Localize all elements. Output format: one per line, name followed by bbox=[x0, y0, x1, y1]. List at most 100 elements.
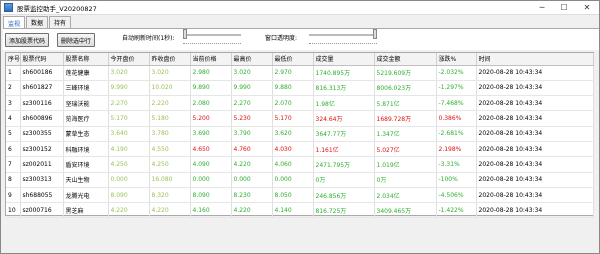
slider-thumb[interactable] bbox=[373, 29, 377, 39]
table-cell: 0.000 bbox=[231, 172, 273, 188]
table-cell: 4.090 bbox=[190, 156, 232, 173]
close-icon[interactable]: ✕ bbox=[575, 1, 599, 15]
table-cell: 9.990 bbox=[231, 80, 273, 97]
table-cell: 2.980 bbox=[190, 65, 232, 81]
column-header[interactable]: 股票名称 bbox=[63, 53, 109, 66]
table-cell: 2.080 bbox=[190, 95, 232, 112]
table-cell: 10.020 bbox=[149, 80, 191, 97]
tab-bar: 监视 数据 持有 bbox=[1, 16, 599, 29]
table-cell: sz300313 bbox=[20, 172, 64, 188]
table-cell: 5.200 bbox=[190, 110, 232, 127]
table-cell: 5219.609万 bbox=[374, 65, 437, 81]
table-body: 1 sh600186 莲花健康 3.020 3.020 2.980 3.020 2.970 17… bbox=[6, 65, 594, 219]
column-header[interactable]: 涨跌% bbox=[436, 53, 477, 66]
column-header[interactable]: 股票代码 bbox=[20, 53, 64, 66]
table-row[interactable]: 9 sh688055 龙腾光电 8.090 8.320 8.090 8.230 8.050 24… bbox=[6, 187, 594, 204]
table-cell: 3.020 bbox=[231, 65, 273, 81]
tab-holdings[interactable]: 持有 bbox=[49, 16, 72, 28]
table-cell: 2020-08-28 10:43:34 bbox=[476, 95, 594, 112]
opacity-slider[interactable] bbox=[309, 29, 377, 49]
table-row[interactable]: 7 sz002011 盾安环境 4.250 4.250 4.090 4.220 4.060 24… bbox=[6, 156, 594, 173]
table-cell: sz000716 bbox=[20, 202, 64, 219]
table-cell: 1 bbox=[6, 65, 21, 81]
table-cell: 2.034亿 bbox=[374, 187, 437, 204]
refresh-interval-label: 自动刷新时间(1秒): bbox=[122, 35, 175, 42]
table-cell: 黑芝麻 bbox=[63, 202, 109, 219]
table-cell: 2.970 bbox=[272, 65, 314, 81]
table-cell: 3.790 bbox=[231, 126, 273, 142]
table-cell: 2020-08-28 10:43:34 bbox=[476, 172, 594, 188]
table-cell: 0.000 bbox=[108, 172, 150, 188]
table-cell: 9 bbox=[6, 187, 21, 204]
column-header[interactable]: 最低价 bbox=[272, 53, 314, 66]
table-cell: 2.220 bbox=[149, 95, 191, 112]
table-cell: 4.250 bbox=[149, 156, 191, 173]
table-cell: sz300152 bbox=[20, 141, 64, 158]
table-cell: 3647.77万 bbox=[313, 126, 375, 142]
table-cell: 2.270 bbox=[231, 95, 273, 112]
table-cell: 2020-08-28 10:43:34 bbox=[476, 202, 594, 219]
table-cell: 0.000 bbox=[272, 172, 314, 188]
table-cell: 坚瑞沃能 bbox=[63, 95, 109, 112]
title-bar[interactable]: 股票监控助手_V20200827 ─ ☐ ✕ bbox=[1, 1, 599, 15]
table-cell: 9.890 bbox=[190, 80, 232, 97]
table-cell: 5.871亿 bbox=[374, 95, 437, 112]
table-cell: 8.090 bbox=[190, 187, 232, 204]
table-row[interactable]: 5 sz300355 蒙草生态 3.640 3.780 3.690 3.790 3.620 36… bbox=[6, 126, 594, 142]
column-header[interactable]: 最高价 bbox=[231, 53, 273, 66]
table-cell: 246.856万 bbox=[313, 187, 375, 204]
delete-row-button[interactable]: 删除选中行 bbox=[57, 33, 96, 47]
table-cell: 4.220 bbox=[108, 202, 150, 219]
table-cell: 2471.795万 bbox=[313, 156, 375, 173]
table-cell: 4.650 bbox=[190, 141, 232, 158]
table-cell: 2020-08-28 10:43:34 bbox=[476, 110, 594, 127]
column-header[interactable]: 序号 bbox=[6, 53, 21, 66]
refresh-interval-slider[interactable] bbox=[183, 29, 241, 49]
table-row[interactable]: 6 sz300152 科融环境 4.190 4.550 4.650 4.760 4.030 1.… bbox=[6, 141, 594, 158]
table-cell: -4.506% bbox=[436, 187, 477, 204]
table-cell: sz300116 bbox=[20, 95, 64, 112]
add-stock-button[interactable]: 添加股票代码 bbox=[5, 33, 50, 47]
table-cell: 盾安环境 bbox=[63, 156, 109, 173]
column-header[interactable]: 成交金额 bbox=[374, 53, 437, 66]
table-cell: 三峰环境 bbox=[63, 80, 109, 97]
column-header[interactable]: 今开盘价 bbox=[108, 53, 150, 66]
table-row[interactable]: 3 sz300116 坚瑞沃能 2.270 2.220 2.080 2.270 2.070 1.… bbox=[6, 95, 594, 112]
table-cell: 6 bbox=[6, 141, 21, 158]
table-cell: 2020-08-28 10:43:34 bbox=[476, 65, 594, 81]
table-cell: 4.220 bbox=[231, 156, 273, 173]
minimize-icon[interactable]: ─ bbox=[531, 1, 553, 15]
table-cell: 8.050 bbox=[272, 187, 314, 204]
slider-track bbox=[309, 34, 377, 36]
table-cell: 4.140 bbox=[272, 202, 314, 219]
table-cell: 4.220 bbox=[149, 202, 191, 219]
table-row[interactable]: 1 sh600186 莲花健康 3.020 3.020 2.980 3.020 2.970 17… bbox=[6, 65, 594, 81]
column-header[interactable]: 昨收盘价 bbox=[149, 53, 191, 66]
window-title: 股票监控助手_V20200827 bbox=[17, 4, 97, 13]
column-header[interactable]: 当前价格 bbox=[190, 53, 232, 66]
table-row[interactable]: 8 sz300313 天山生物 0.000 16.080 0.000 0.000 0.000 0… bbox=[6, 172, 594, 188]
table-row[interactable]: 10 sz000716 黑芝麻 4.220 4.220 4.160 4.220 4.140 81… bbox=[6, 202, 594, 219]
table-row[interactable]: 2 sh601827 三峰环境 9.990 10.020 9.890 9.990 9.880 8… bbox=[6, 80, 594, 97]
slider-ticks bbox=[183, 43, 241, 45]
table-cell: 5.170 bbox=[272, 110, 314, 127]
table-cell: 2020-08-28 10:43:34 bbox=[476, 187, 594, 204]
slider-track bbox=[183, 34, 241, 36]
table-cell: 2.270 bbox=[108, 95, 150, 112]
table-row[interactable]: 4 sh600896 览海医疗 5.170 5.180 5.200 5.230 5.170 32… bbox=[6, 110, 594, 127]
table-cell: 1.98亿 bbox=[313, 95, 375, 112]
maximize-icon[interactable]: ☐ bbox=[553, 1, 575, 15]
table-cell: 3.620 bbox=[272, 126, 314, 142]
opacity-label: 窗口透明度: bbox=[265, 35, 298, 42]
table-cell: 9.880 bbox=[272, 80, 314, 97]
table-cell: 2020-08-28 10:43:34 bbox=[476, 141, 594, 158]
table-cell: 5 bbox=[6, 126, 21, 142]
tab-data[interactable]: 数据 bbox=[26, 16, 49, 28]
table-cell: sh600186 bbox=[20, 65, 64, 81]
column-header[interactable]: 成交量 bbox=[313, 53, 375, 66]
table-cell: 4.190 bbox=[108, 141, 150, 158]
slider-thumb[interactable] bbox=[183, 29, 187, 39]
table-cell: 0.000 bbox=[190, 172, 232, 188]
table-cell: 2020-08-28 10:43:34 bbox=[476, 156, 594, 173]
column-header[interactable]: 时间 bbox=[476, 53, 594, 66]
